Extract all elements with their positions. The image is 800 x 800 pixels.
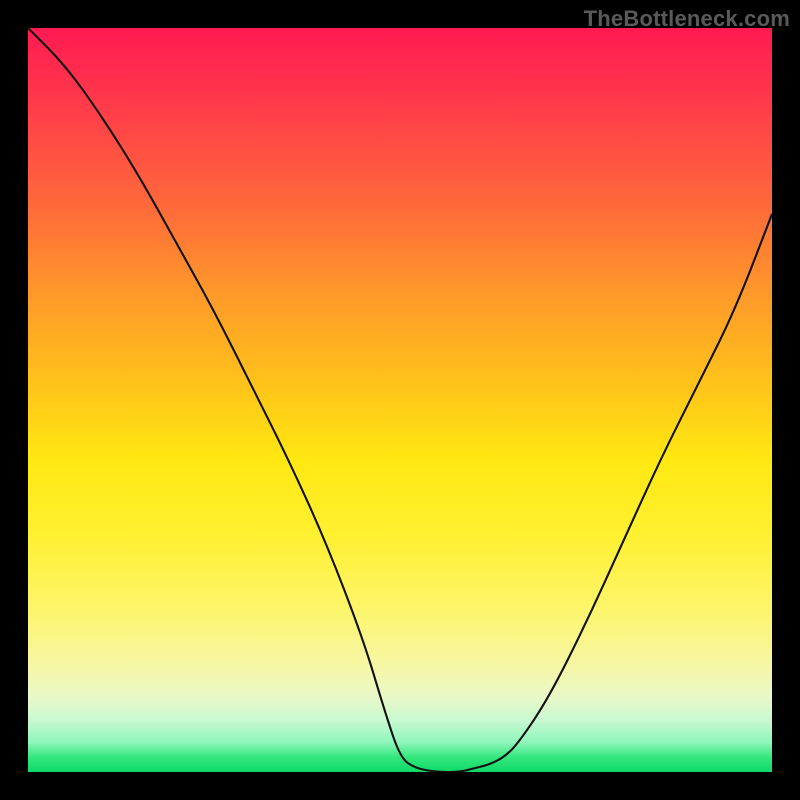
chart-frame: TheBottleneck.com <box>0 0 800 800</box>
plot-area <box>28 28 772 772</box>
bottleneck-curve <box>28 28 772 772</box>
